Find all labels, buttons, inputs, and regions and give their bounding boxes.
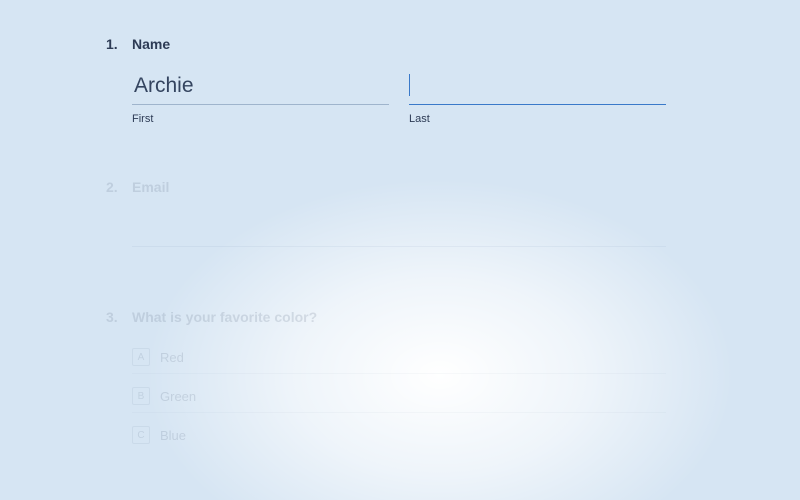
choice-key: A: [132, 348, 150, 366]
choice-red[interactable]: A Red: [132, 343, 666, 374]
question-number: 1.: [106, 36, 118, 52]
choice-blue[interactable]: C Blue: [132, 421, 666, 451]
question-label: Name: [132, 36, 740, 52]
last-name-field: Last: [409, 70, 666, 125]
choice-key: B: [132, 387, 150, 405]
first-name-sublabel: First: [132, 113, 389, 125]
choice-label: Green: [160, 389, 196, 404]
email-input[interactable]: [132, 213, 666, 247]
choice-green[interactable]: B Green: [132, 382, 666, 413]
question-email: 2. Email: [106, 179, 740, 247]
text-caret-icon: [409, 74, 410, 96]
question-name: 1. Name First Last: [106, 36, 740, 125]
question-label: Email: [132, 179, 740, 195]
question-number: 3.: [106, 309, 118, 325]
survey-form: 1. Name First Last 2. Email 3. What is y…: [0, 0, 800, 451]
choice-label: Blue: [160, 428, 186, 443]
last-name-input[interactable]: [409, 70, 666, 105]
question-number: 2.: [106, 179, 118, 195]
question-favorite-color: 3. What is your favorite color? A Red B …: [106, 309, 740, 451]
first-name-field: First: [132, 70, 389, 125]
last-name-sublabel: Last: [409, 113, 666, 125]
first-name-input[interactable]: [132, 70, 389, 105]
question-label: What is your favorite color?: [132, 309, 740, 325]
name-fields: First Last: [132, 70, 740, 125]
color-choices: A Red B Green C Blue: [132, 343, 740, 451]
choice-key: C: [132, 426, 150, 444]
choice-label: Red: [160, 350, 184, 365]
